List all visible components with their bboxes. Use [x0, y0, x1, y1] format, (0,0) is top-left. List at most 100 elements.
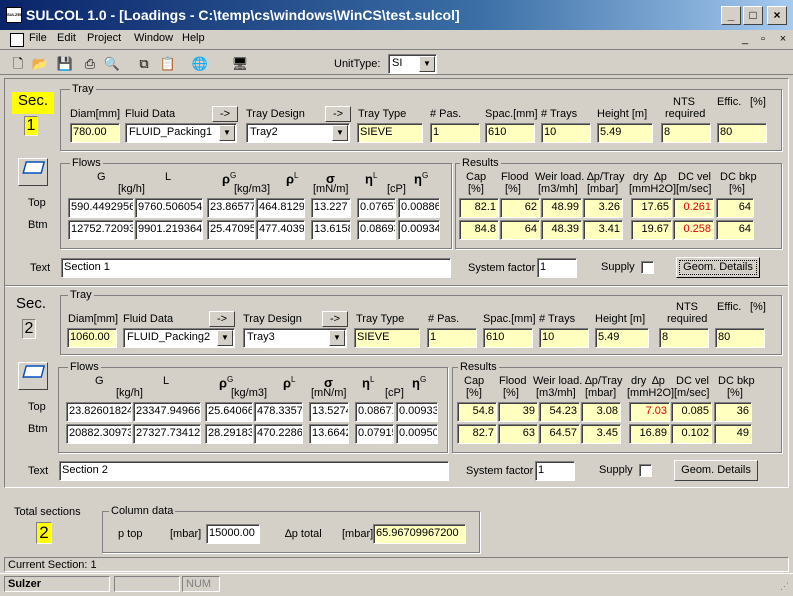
btm-eta-l[interactable]: 0.08693 — [357, 220, 396, 240]
flows-icon-button[interactable] — [18, 158, 48, 186]
effic-field[interactable]: 80 — [715, 328, 765, 348]
tray-type-field[interactable]: SIEVE — [357, 123, 423, 143]
document-icon[interactable] — [10, 33, 24, 47]
btm-weir: 64.57 — [539, 424, 580, 444]
new-icon[interactable]: 🗋 — [8, 54, 28, 72]
btm-sigma[interactable]: 13.6158 — [311, 220, 351, 240]
btm-flow-g[interactable]: 12752.72093 — [68, 220, 134, 240]
flows-icon-button[interactable] — [18, 362, 48, 390]
spacing-field[interactable]: 610 — [485, 123, 535, 143]
top-flow-l[interactable]: 9760.506054 — [135, 198, 203, 218]
nts-label: NTS — [676, 301, 698, 313]
geom-details-button[interactable]: Geom. Details — [676, 257, 760, 278]
print-icon[interactable]: ⎙ — [80, 54, 100, 72]
top-eta-l[interactable]: 0.08671 — [355, 402, 394, 422]
ntrays-field[interactable]: 10 — [539, 328, 589, 348]
tray-type-field[interactable]: SIEVE — [354, 328, 420, 348]
rho-unit-label: [kg/m3] — [234, 183, 271, 195]
menu-help[interactable]: Help — [182, 32, 205, 44]
btm-flow-l[interactable]: 9901.219364 — [135, 220, 203, 240]
tray-design-select[interactable]: Tray3 ▼ — [243, 328, 347, 348]
top-rho-g[interactable]: 25.64066 — [205, 402, 253, 422]
btm-rho-g[interactable]: 25.47095 — [207, 220, 255, 240]
btm-rho-l[interactable]: 477.4039 — [256, 220, 305, 240]
top-rho-l[interactable]: 464.8129 — [256, 198, 305, 218]
save-icon[interactable]: 💾 — [55, 54, 75, 72]
height-field[interactable]: 5.49 — [595, 328, 649, 348]
total-sections-value: 2 — [36, 522, 52, 544]
eta-g-label: ηG — [414, 171, 429, 187]
btm-rho-l[interactable]: 470.2286 — [254, 424, 303, 444]
nts-field[interactable]: 8 — [661, 123, 711, 143]
top-flow-l[interactable]: 23347.94966 — [133, 402, 201, 422]
child-minimize-button[interactable]: _ — [737, 32, 753, 47]
top-eta-l[interactable]: 0.07657 — [357, 198, 396, 218]
section-text-field[interactable]: Section 2 — [59, 461, 449, 481]
fluid-arrow-button[interactable]: -> — [212, 106, 238, 122]
btm-eta-g[interactable]: 0.00934 — [398, 220, 440, 240]
dcbkp-label: DC bkp — [720, 171, 757, 183]
supply-label: Supply — [601, 261, 635, 273]
top-sigma[interactable]: 13.5274 — [309, 402, 349, 422]
menu-window[interactable]: Window — [134, 32, 173, 44]
diam-field[interactable]: 1060.00 — [67, 328, 117, 348]
btm-rho-g[interactable]: 28.29183 — [205, 424, 253, 444]
minimize-button[interactable]: _ — [721, 6, 741, 25]
top-eta-g[interactable]: 0.00886 — [398, 198, 440, 218]
height-field[interactable]: 5.49 — [597, 123, 653, 143]
menu-project[interactable]: Project — [87, 32, 121, 44]
print-preview-icon[interactable]: 🔍 — [102, 54, 122, 72]
top-sigma[interactable]: 13.227 — [311, 198, 351, 218]
btm-eta-l[interactable]: 0.07915 — [355, 424, 394, 444]
fluid-select[interactable]: FLUID_Packing1 ▼ — [125, 123, 237, 143]
system-factor-field[interactable]: 1 — [537, 258, 577, 278]
btm-sigma[interactable]: 13.6642 — [309, 424, 349, 444]
open-icon[interactable]: 📂 — [30, 54, 50, 72]
menu-edit[interactable]: Edit — [57, 32, 76, 44]
fluid-select[interactable]: FLUID_Packing2 ▼ — [123, 328, 235, 348]
btm-flow-l[interactable]: 27327.73412 — [133, 424, 201, 444]
system-factor-label: System factor — [468, 262, 536, 274]
p-top-unit: [mbar] — [170, 528, 202, 540]
section-text-field[interactable]: Section 1 — [61, 258, 451, 278]
copy-icon[interactable]: ⧉ — [134, 54, 154, 72]
top-rho-l[interactable]: 478.3357 — [254, 402, 303, 422]
close-button[interactable]: × — [767, 6, 787, 25]
child-close-button[interactable]: × — [775, 32, 791, 47]
computer-icon[interactable]: 🖥 — [230, 54, 250, 72]
effic-field[interactable]: 80 — [717, 123, 767, 143]
top-flow-g[interactable]: 590.4492956 — [68, 198, 134, 218]
child-restore-button[interactable]: ▫ — [755, 32, 771, 47]
top-rho-g[interactable]: 23.86577 — [207, 198, 255, 218]
tray-design-select[interactable]: Tray2 ▼ — [246, 123, 350, 143]
passes-field[interactable]: 1 — [427, 328, 477, 348]
dptray-label: ∆p/Tray — [585, 375, 623, 387]
btm-flow-g[interactable]: 20882.30973 — [66, 424, 132, 444]
flood-unit: [%] — [503, 387, 519, 399]
nts-field[interactable]: 8 — [659, 328, 709, 348]
p-top-field[interactable]: 15000.00 — [206, 524, 260, 544]
passes-field[interactable]: 1 — [430, 123, 480, 143]
paste-icon[interactable]: 📋 — [158, 54, 178, 72]
tray-design-arrow-button[interactable]: -> — [322, 311, 348, 327]
top-dcvel: 0.261 — [673, 198, 714, 218]
unit-type-select[interactable]: SI ▼ — [388, 54, 437, 74]
system-factor-field[interactable]: 1 — [535, 461, 575, 481]
top-eta-g[interactable]: 0.00933 — [396, 402, 438, 422]
fluid-arrow-button[interactable]: -> — [209, 311, 235, 327]
tray-design-arrow-button[interactable]: -> — [325, 106, 351, 122]
supply-checkbox[interactable] — [639, 464, 652, 477]
supply-checkbox[interactable] — [641, 261, 654, 274]
ntrays-field[interactable]: 10 — [541, 123, 591, 143]
top-flow-g[interactable]: 23.82601824 — [66, 402, 132, 422]
btm-eta-g[interactable]: 0.00950 — [396, 424, 438, 444]
spacing-field[interactable]: 610 — [483, 328, 533, 348]
diam-field[interactable]: 780.00 — [70, 123, 120, 143]
dry-label: dry — [633, 171, 649, 183]
resize-grip-icon[interactable]: ⋰ — [775, 581, 789, 594]
menu-file[interactable]: File — [29, 32, 47, 44]
maximize-button[interactable]: □ — [743, 6, 763, 25]
cap-unit: [%] — [468, 183, 484, 195]
globe-icon[interactable]: 🌐 — [190, 54, 210, 72]
geom-details-button[interactable]: Geom. Details — [674, 460, 758, 481]
